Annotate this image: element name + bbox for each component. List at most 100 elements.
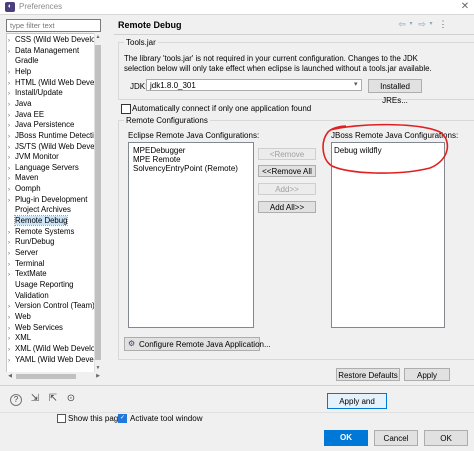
tree-item[interactable]: › Server — [8, 248, 38, 258]
apply-and-close-button[interactable]: Apply and Close — [327, 393, 387, 422]
tree-item[interactable]: › Web — [8, 312, 31, 322]
list-item[interactable]: MPEDebugger — [133, 146, 185, 155]
restore-defaults-button[interactable]: Restore Defaults — [336, 368, 400, 381]
expand-arrow-icon[interactable]: › — [8, 313, 15, 323]
expand-arrow-icon[interactable]: › — [8, 153, 15, 163]
tree-item[interactable]: › Remote Systems — [8, 227, 74, 237]
tree-item[interactable]: › Install/Update — [8, 88, 63, 98]
cancel-button[interactable]: Cancel — [374, 430, 418, 446]
expand-arrow-icon[interactable]: › — [8, 345, 15, 355]
expand-arrow-icon[interactable]: › — [8, 36, 15, 46]
filter-input[interactable]: type filter text — [6, 19, 101, 32]
expand-arrow-icon[interactable]: › — [8, 111, 15, 121]
remove-all-button[interactable]: <<Remove All — [258, 165, 316, 177]
expand-arrow-icon[interactable]: › — [8, 249, 15, 259]
expand-arrow-icon[interactable]: › — [8, 68, 15, 78]
tree-item[interactable]: › Plug-in Development — [8, 195, 87, 205]
tree-item-label: Usage Reporting — [15, 279, 74, 289]
chevron-down-icon[interactable]: ▾ — [354, 79, 364, 91]
tree-item[interactable]: ›CSS (Wild Web Develope — [8, 35, 94, 46]
expand-arrow-icon[interactable]: › — [8, 238, 15, 248]
expand-arrow-icon[interactable]: › — [8, 324, 15, 334]
link-icon[interactable]: ⊙ — [64, 392, 78, 406]
expand-arrow-icon[interactable]: › — [8, 334, 15, 344]
jdk-select[interactable]: jdk1.8.0_301 — [146, 79, 362, 91]
apply-button[interactable]: Apply — [404, 368, 450, 381]
tree-item[interactable]: › Run/Debug — [8, 237, 54, 247]
scroll-up-icon[interactable]: ▲ — [94, 33, 102, 41]
remove-button[interactable]: <Remove — [258, 148, 316, 160]
forward-menu-icon[interactable]: ▾ — [427, 18, 435, 30]
expand-arrow-icon[interactable]: › — [8, 79, 15, 89]
list-item[interactable]: SolvencyEntryPoint (Remote) — [133, 164, 238, 173]
tree-item[interactable]: › Terminal — [8, 259, 44, 269]
tree-item[interactable]: › JS/TS (Wild Web Develo — [8, 142, 94, 153]
import-icon[interactable]: ⇲ — [28, 392, 42, 406]
tree-item[interactable]: Remote Debug — [8, 215, 69, 227]
red-circle-annotation — [322, 123, 449, 174]
tree-item[interactable]: › Java Persistence — [8, 120, 74, 130]
scroll-right-icon[interactable]: ▶ — [94, 372, 102, 380]
tree-vertical-scroll-thumb[interactable] — [95, 45, 101, 360]
tree-item-label: Oomph — [15, 184, 41, 194]
show-this-page-checkbox[interactable] — [57, 414, 66, 423]
tree-item[interactable]: Gradle — [8, 56, 38, 66]
expand-arrow-icon[interactable]: › — [8, 302, 15, 312]
expand-arrow-icon[interactable]: › — [8, 270, 15, 280]
add-button[interactable]: Add>> — [258, 183, 316, 195]
tree-item[interactable]: › Oomph — [8, 184, 41, 194]
export-icon[interactable]: ⇱ — [46, 392, 60, 406]
tree-item[interactable]: Validation — [8, 291, 49, 301]
tree-item[interactable]: Project Archives — [8, 205, 71, 215]
add-all-button[interactable]: Add All>> — [258, 201, 316, 213]
ok-button[interactable]: OK — [324, 430, 368, 446]
tree-item[interactable]: › Language Servers — [8, 163, 79, 173]
expand-arrow-icon[interactable]: › — [8, 164, 15, 174]
expand-arrow-icon[interactable]: › — [8, 260, 15, 270]
tree-item[interactable]: › YAML (Wild Web Develo — [8, 355, 94, 366]
tree-item[interactable]: › JVM Monitor — [8, 152, 59, 162]
help-icon[interactable]: ? — [10, 394, 22, 406]
tree-item[interactable]: › XML (Wild Web Develop — [8, 343, 95, 355]
preferences-tree[interactable]: ›CSS (Wild Web Develope›Data ManagementG… — [6, 33, 95, 374]
ok-secondary-button[interactable]: OK — [424, 430, 468, 446]
tree-item[interactable]: Usage Reporting — [8, 280, 74, 290]
expand-arrow-icon[interactable]: › — [8, 47, 15, 57]
scroll-down-icon[interactable]: ▼ — [94, 364, 102, 372]
tree-item[interactable]: › Help — [8, 67, 31, 77]
tree-item[interactable]: › Version Control (Team) — [8, 301, 94, 312]
tree-item[interactable]: › Maven — [8, 173, 38, 183]
auto-connect-checkbox[interactable] — [121, 104, 131, 114]
tree-item[interactable]: › Data Management — [8, 46, 79, 56]
installed-jres-button[interactable]: Installed JREs... — [368, 79, 422, 105]
expand-arrow-icon[interactable]: › — [8, 121, 15, 131]
expand-arrow-icon[interactable]: › — [8, 100, 15, 110]
tree-item-label: JVM Monitor — [15, 152, 59, 162]
configure-remote-java-button[interactable]: Configure Remote Java Application... — [124, 337, 271, 351]
expand-arrow-icon[interactable]: › — [8, 185, 15, 195]
expand-arrow-icon[interactable]: › — [8, 132, 15, 142]
expand-arrow-icon[interactable]: › — [8, 356, 15, 366]
expand-arrow-icon[interactable]: › — [8, 228, 15, 238]
expand-arrow-icon[interactable]: › — [8, 174, 15, 184]
tree-horizontal-scroll-thumb[interactable] — [16, 374, 76, 379]
activate-tool-window-checkbox[interactable]: ✓ — [118, 414, 127, 423]
tree-item-label: Java EE — [15, 109, 45, 119]
expand-arrow-icon[interactable]: › — [8, 196, 15, 206]
tree-item[interactable]: › Web Services — [8, 323, 63, 333]
scroll-left-icon[interactable]: ◀ — [6, 372, 14, 380]
back-menu-icon[interactable]: ▾ — [407, 18, 415, 30]
tree-item[interactable]: › TextMate — [8, 269, 47, 279]
tree-item-label: XML (Wild Web Develop — [15, 343, 95, 353]
view-menu-icon[interactable]: ⋮ — [437, 18, 449, 30]
expand-arrow-icon[interactable]: › — [8, 89, 15, 99]
tree-item[interactable]: › XML — [8, 333, 31, 343]
tree-item[interactable]: › HTML (Wild Web Develo — [8, 78, 94, 89]
tree-item[interactable]: › Java — [8, 99, 31, 109]
tree-item[interactable]: › Java EE — [8, 110, 44, 120]
eclipse-configurations-list[interactable]: MPEDebugger MPE Remote SolvencyEntryPoin… — [128, 142, 254, 328]
tree-item[interactable]: › JBoss Runtime Detection — [8, 131, 94, 142]
list-item[interactable]: MPE Remote — [133, 155, 181, 164]
window-close-icon[interactable]: ✕ — [456, 0, 474, 14]
expand-arrow-icon[interactable]: › — [8, 143, 15, 153]
